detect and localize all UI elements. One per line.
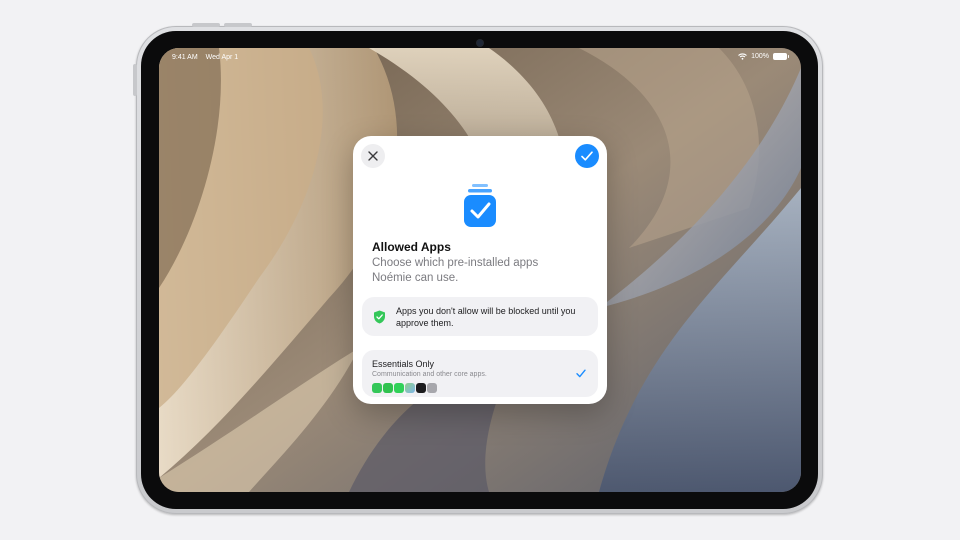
- volume-up-button: [192, 23, 220, 27]
- clock-app-icon: [416, 383, 426, 393]
- allowed-apps-sheet: Allowed Apps Choose which pre-installed …: [353, 136, 607, 404]
- front-camera: [476, 40, 483, 46]
- messages-app-icon: [394, 383, 404, 393]
- phone-app-icon: [372, 383, 382, 393]
- shield-checkmark-icon: [374, 310, 385, 324]
- blocked-apps-notice: Apps you don't allow will be blocked unt…: [362, 297, 598, 336]
- sheet-subtitle: Choose which pre-installed apps Noémie c…: [372, 257, 539, 284]
- option-essentials-only[interactable]: Essentials Only Communication and other …: [362, 350, 598, 397]
- close-button[interactable]: [361, 144, 385, 168]
- selected-checkmark-icon: [576, 369, 586, 378]
- top-button: [133, 64, 137, 96]
- done-button[interactable]: [575, 144, 599, 168]
- xmark-icon: [368, 151, 378, 161]
- status-time: 9:41 AM: [172, 54, 198, 61]
- status-bar: 9:41 AM Wed Apr 1 100%: [159, 48, 801, 66]
- sheet-title: Allowed Apps: [372, 240, 451, 254]
- facetime-app-icon: [383, 383, 393, 393]
- checkmark-icon: [581, 151, 593, 161]
- app-icons-row: [372, 383, 437, 393]
- option-description: Communication and other core apps.: [372, 371, 487, 378]
- settings-app-icon: [427, 383, 437, 393]
- app-stack-checkmark-icon: [464, 184, 496, 227]
- battery-percent: 100%: [751, 53, 769, 60]
- volume-down-button: [224, 23, 252, 27]
- wifi-icon: [738, 53, 747, 60]
- battery-icon: [773, 53, 789, 60]
- status-date: Wed Apr 1: [205, 54, 239, 61]
- notice-text: Apps you don't allow will be blocked unt…: [396, 306, 576, 328]
- maps-app-icon: [405, 383, 415, 393]
- option-name: Essentials Only: [372, 359, 435, 369]
